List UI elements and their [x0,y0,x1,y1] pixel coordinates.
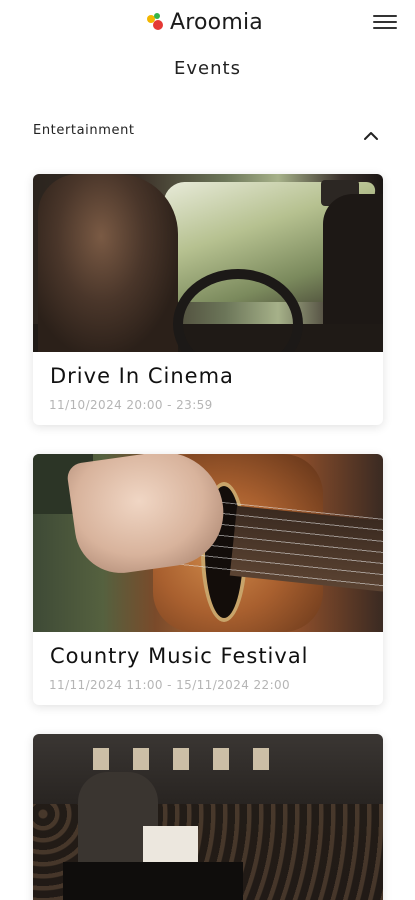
event-image-concert [33,734,383,900]
page-title: Events [174,58,241,79]
chevron-up-icon[interactable] [363,128,379,144]
event-image-guitar [33,454,383,632]
brand-name: Aroomia [170,9,263,35]
section-header-entertainment[interactable]: Entertainment [33,118,383,148]
hamburger-menu-icon[interactable] [373,13,397,31]
event-title: Country Music Festival [50,644,309,668]
event-card[interactable] [33,734,383,900]
event-card[interactable]: Drive In Cinema 11/10/2024 20:00 - 23:59 [33,174,383,425]
top-bar: Aroomia [0,0,415,44]
event-date: 11/10/2024 20:00 - 23:59 [49,398,213,412]
section-label: Entertainment [33,123,135,138]
logo-dots-icon [146,12,166,32]
event-title: Drive In Cinema [50,364,234,388]
brand-logo[interactable]: Aroomia [146,8,263,36]
event-card[interactable]: Country Music Festival 11/11/2024 11:00 … [33,454,383,705]
event-date: 11/11/2024 11:00 - 15/11/2024 22:00 [49,678,291,692]
event-image-car-interior [33,174,383,352]
